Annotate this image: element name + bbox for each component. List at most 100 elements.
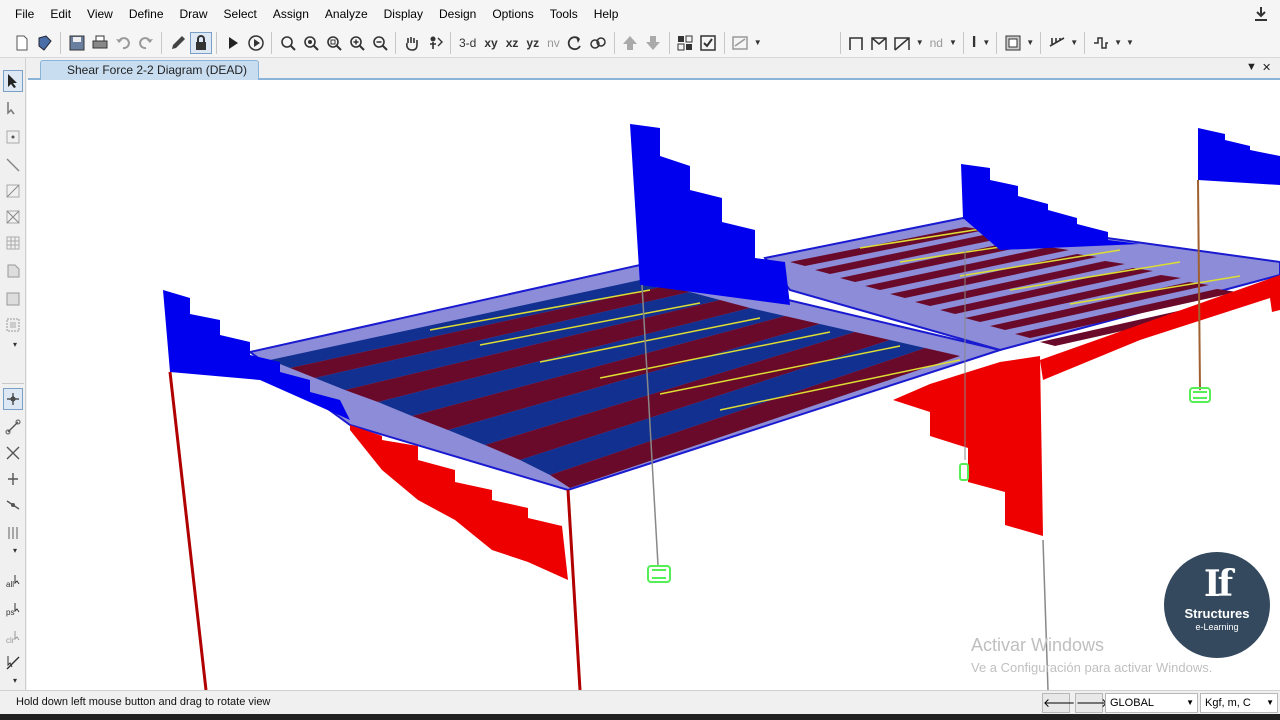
dropdown-arrow-icon[interactable]: ▼ (1112, 38, 1124, 47)
dropdown-arrow-icon[interactable]: ▼ (914, 38, 926, 47)
print-icon[interactable] (89, 32, 111, 54)
menu-view[interactable]: View (79, 0, 121, 28)
menu-file[interactable]: File (0, 0, 42, 28)
view-nv-button[interactable]: nv (543, 32, 564, 54)
tab-list-dropdown-icon[interactable]: ▼ (1246, 61, 1257, 73)
shear-diagram-right-girder-positive (961, 164, 1140, 250)
section-i-button[interactable]: I (968, 32, 980, 54)
draw-point-icon[interactable] (3, 126, 23, 148)
draw-grid-icon[interactable] (3, 232, 23, 254)
zoom-all-icon[interactable] (323, 32, 345, 54)
toolbar-overflow-icon[interactable]: ▼ (1124, 38, 1136, 47)
display-options-icon[interactable] (729, 32, 751, 54)
perspective-icon[interactable] (587, 32, 609, 54)
open-model-icon[interactable] (34, 32, 56, 54)
object-shrink-icon[interactable] (674, 32, 696, 54)
run-analysis-icon[interactable] (222, 32, 244, 54)
pencil-icon[interactable] (167, 32, 189, 54)
show-forces-icon[interactable] (1090, 32, 1112, 54)
menu-help[interactable]: Help (586, 0, 627, 28)
draw-brace-icon[interactable] (891, 32, 913, 54)
units-select[interactable]: Kgf, m, C ▼ (1200, 693, 1278, 713)
draw-frame-icon[interactable] (845, 32, 867, 54)
select-all-icon[interactable] (3, 388, 23, 410)
draw-quad-area-icon[interactable] (3, 314, 23, 336)
nd-button[interactable]: nd (926, 32, 947, 54)
check-model-icon[interactable] (697, 32, 719, 54)
dropdown-arrow-icon[interactable]: ▼ (980, 38, 992, 47)
snap-ends-icon[interactable] (3, 416, 23, 438)
move-down-icon[interactable] (642, 32, 664, 54)
lock-icon[interactable] (189, 31, 212, 54)
view-yz-button[interactable]: yz (522, 32, 543, 54)
window-tab-strip: Shear Force 2-2 Diagram (DEAD) ▼ ✕ (28, 58, 1280, 80)
new-model-icon[interactable] (11, 32, 33, 54)
dropdown-arrow-icon[interactable]: ▾ (11, 676, 19, 685)
shear-diagram-middle-girder-positive (630, 124, 790, 305)
save-icon[interactable] (66, 32, 88, 54)
snap-perpendicular-icon[interactable] (3, 468, 23, 490)
redo-icon[interactable] (135, 32, 157, 54)
assign-load-icon[interactable] (1046, 32, 1068, 54)
chevron-down-icon: ▼ (1266, 698, 1274, 707)
toolbar-separator (161, 31, 162, 54)
clear-select-icon[interactable]: clr (3, 626, 23, 648)
view-3d-button[interactable]: 3-d (455, 32, 480, 54)
toolbar-separator (395, 31, 396, 54)
run-animation-icon[interactable] (245, 32, 267, 54)
draw-rect-area-icon[interactable] (3, 288, 23, 310)
zoom-window-icon[interactable] (277, 32, 299, 54)
rotate-view-icon[interactable] (424, 32, 446, 54)
undo-icon[interactable] (112, 32, 134, 54)
zoom-restore-icon[interactable] (300, 32, 322, 54)
draw-poly-area-icon[interactable] (3, 260, 23, 282)
draw-brace-line-icon[interactable] (3, 206, 23, 228)
menu-edit[interactable]: Edit (42, 0, 79, 28)
intersect-select-icon[interactable] (3, 652, 23, 674)
dropdown-arrow-icon[interactable]: ▾ (11, 546, 19, 555)
dropdown-arrow-icon[interactable]: ▾ (11, 340, 19, 349)
draw-line-icon[interactable] (3, 154, 23, 176)
dropdown-arrow-icon[interactable]: ▼ (1024, 38, 1036, 47)
menu-display[interactable]: Display (376, 0, 431, 28)
pan-icon[interactable] (401, 32, 423, 54)
area-section-icon[interactable] (1002, 32, 1024, 54)
snap-line-icon[interactable] (3, 494, 23, 516)
menu-analyze[interactable]: Analyze (317, 0, 376, 28)
menu-select[interactable]: Select (216, 0, 265, 28)
menu-draw[interactable]: Draw (172, 0, 216, 28)
next-step-button[interactable]: 🡒 (1075, 693, 1108, 713)
previous-select-icon[interactable]: ps (3, 598, 23, 620)
zoom-out-icon[interactable] (369, 32, 391, 54)
move-up-icon[interactable] (619, 32, 641, 54)
svg-text:clr: clr (6, 636, 15, 645)
select-all-text-icon[interactable]: all (3, 570, 23, 592)
draw-frame-line-icon[interactable] (3, 180, 23, 202)
previous-step-button[interactable]: 🡐 (1042, 693, 1075, 713)
dropdown-arrow-icon[interactable]: ▼ (1068, 38, 1080, 47)
download-icon[interactable] (1254, 6, 1268, 22)
reshape-icon[interactable] (3, 98, 23, 120)
close-tab-icon[interactable]: ✕ (1262, 61, 1271, 74)
menu-design[interactable]: Design (431, 0, 484, 28)
rotate-3d-icon[interactable] (564, 32, 586, 54)
coordinate-system-select[interactable]: GLOBAL ▼ (1105, 693, 1198, 713)
tab-shear-force-diagram[interactable]: Shear Force 2-2 Diagram (DEAD) (40, 60, 259, 80)
zoom-in-icon[interactable] (346, 32, 368, 54)
menu-options[interactable]: Options (484, 0, 541, 28)
menu-tools[interactable]: Tools (542, 0, 586, 28)
dropdown-arrow-icon[interactable]: ▼ (947, 38, 959, 47)
dropdown-arrow-icon[interactable]: ▼ (752, 38, 764, 47)
toolbar-separator (723, 31, 725, 54)
menu-assign[interactable]: Assign (265, 0, 317, 28)
draw-truss-icon[interactable] (868, 32, 890, 54)
select-pointer-icon[interactable] (3, 70, 23, 92)
snap-intersect-icon[interactable] (3, 442, 23, 464)
menu-define[interactable]: Define (121, 0, 172, 28)
structures-elearning-logo: If Structures e-Learning (1164, 552, 1270, 658)
view-xy-button[interactable]: xy (480, 32, 501, 54)
model-3d-viewport[interactable]: Activar Windows Ve a Configuración para … (27, 80, 1280, 690)
snap-grid-icon[interactable] (3, 522, 23, 544)
view-xz-button[interactable]: xz (502, 32, 523, 54)
windows-activation-watermark: Activar Windows Ve a Configuración para … (971, 635, 1212, 675)
